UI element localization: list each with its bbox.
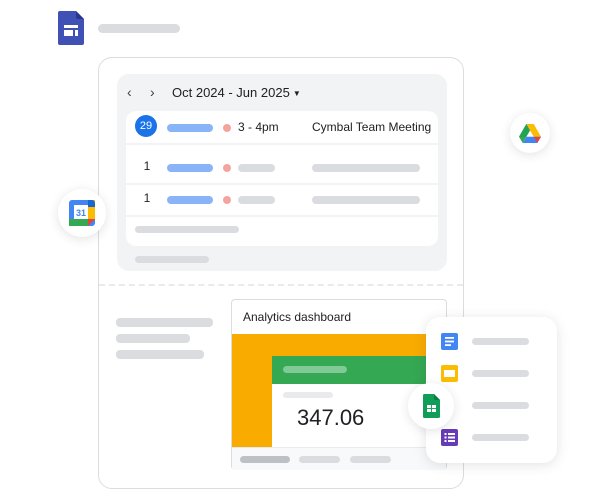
google-slides-icon[interactable]	[441, 365, 458, 382]
sheets-name-placeholder	[472, 402, 529, 409]
event-day: 1	[143, 191, 151, 205]
event-dot	[223, 196, 231, 204]
dashboard-header-placeholder	[283, 366, 347, 373]
calendar-day-number: 31	[76, 208, 86, 218]
event-title: Cymbal Team Meeting	[312, 120, 432, 134]
forms-name-placeholder	[472, 434, 529, 441]
site-title-placeholder	[98, 24, 180, 33]
google-sheets-bubble	[408, 383, 454, 429]
calendar-color-bar	[167, 164, 213, 172]
event-row[interactable]: 1	[126, 183, 438, 217]
google-sites-icon	[58, 11, 84, 45]
google-drive-icon	[519, 124, 541, 143]
today-date-badge: 29	[135, 115, 157, 137]
chevron-right-icon[interactable]: ›	[150, 84, 162, 100]
calendar-color-bar	[167, 124, 213, 132]
google-drive-bubble	[510, 113, 550, 153]
event-footer-placeholder	[135, 226, 239, 233]
page-tab-placeholder[interactable]	[299, 456, 340, 463]
page-tab-placeholder[interactable]	[240, 456, 290, 463]
metric-value: 347.06	[297, 405, 365, 430]
calendar-color-bar	[167, 196, 213, 204]
event-time-placeholder	[238, 164, 275, 172]
slides-name-placeholder	[472, 370, 529, 377]
event-row[interactable]: 1	[126, 151, 438, 185]
event-list: 29 3 - 4pm Cymbal Team Meeting 1 1	[126, 111, 438, 246]
text-placeholder	[116, 318, 213, 327]
event-time-placeholder	[238, 196, 275, 204]
calendar-footer-placeholder	[135, 256, 209, 263]
event-title-placeholder	[312, 196, 420, 204]
dashboard-title: Analytics dashboard	[243, 310, 352, 324]
caret-down-icon: ▼	[292, 89, 301, 99]
event-dot	[223, 124, 231, 132]
google-forms-icon[interactable]	[441, 429, 458, 446]
section-divider	[99, 284, 463, 286]
event-time: 3 - 4pm	[238, 120, 279, 134]
metric-label-placeholder	[283, 392, 333, 398]
event-row[interactable]: 29 3 - 4pm Cymbal Team Meeting	[126, 111, 438, 145]
google-calendar-bubble: 31	[58, 189, 106, 237]
date-range-selector[interactable]: Oct 2024 - Jun 2025 ▼	[172, 85, 301, 100]
event-day: 1	[143, 159, 151, 173]
doc-name-placeholder	[472, 338, 529, 345]
text-placeholder	[116, 350, 204, 359]
google-sheets-icon[interactable]	[423, 394, 440, 418]
google-calendar-icon: 31	[69, 200, 95, 226]
text-placeholder	[116, 334, 190, 343]
chevron-left-icon[interactable]: ‹	[127, 84, 139, 100]
event-dot	[223, 164, 231, 172]
google-docs-icon[interactable]	[441, 333, 458, 350]
event-title-placeholder	[312, 164, 420, 172]
date-range-label: Oct 2024 - Jun 2025	[172, 85, 290, 100]
page-tab-placeholder[interactable]	[350, 456, 391, 463]
